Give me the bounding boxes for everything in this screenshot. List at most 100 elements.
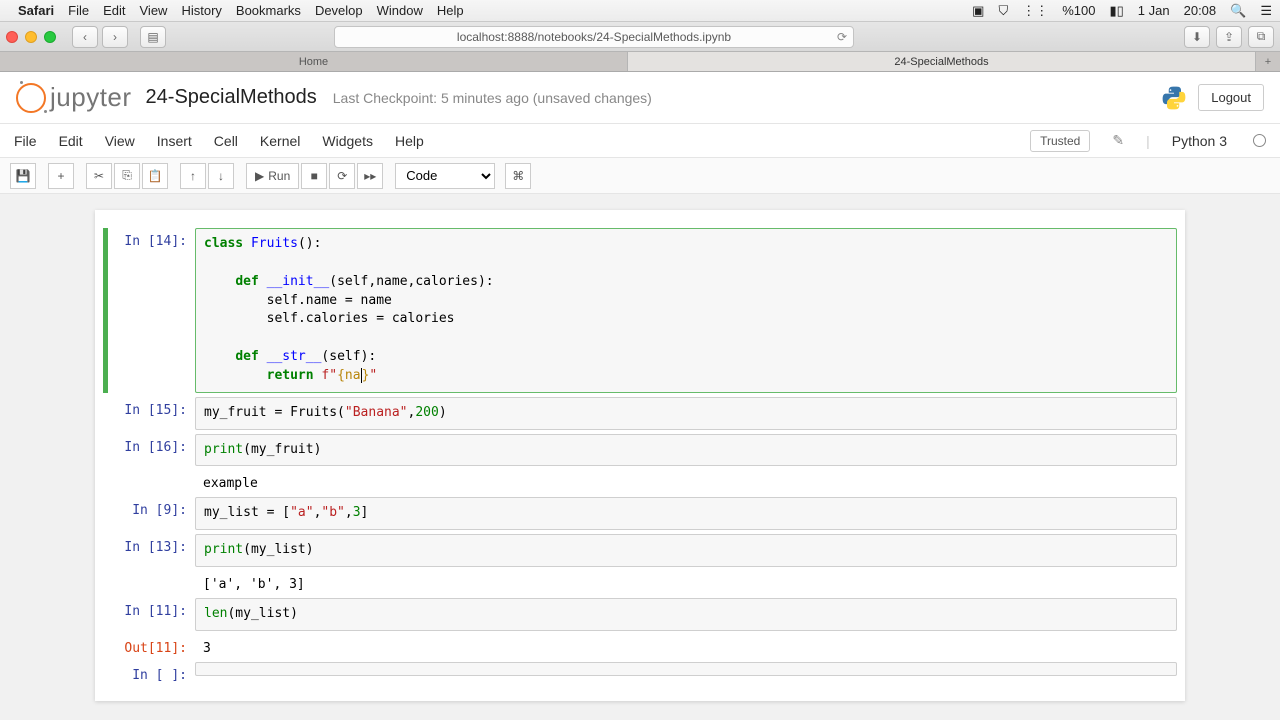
jp-menu-edit[interactable]: Edit [59, 133, 83, 149]
menubar-time[interactable]: 20:08 [1184, 3, 1217, 18]
input-prompt: In [9]: [103, 497, 195, 530]
code-cell[interactable]: In [11]:len(my_list) [103, 598, 1177, 631]
menu-help[interactable]: Help [437, 3, 464, 18]
jp-menu-insert[interactable]: Insert [157, 133, 192, 149]
menu-edit[interactable]: Edit [103, 3, 125, 18]
output-prompt: Out[11]: [103, 635, 195, 658]
tab-notebook[interactable]: 24-SpecialMethods [628, 52, 1256, 71]
output-row: Out[11]:3 [103, 635, 1177, 658]
copy-cell-button[interactable]: ⎘ [114, 163, 140, 189]
address-bar[interactable]: localhost:8888/notebooks/24-SpecialMetho… [334, 26, 854, 48]
restart-run-all-button[interactable]: ▸▸ [357, 163, 383, 189]
notebook-name[interactable]: 24-SpecialMethods [146, 86, 317, 109]
cell-body [195, 662, 1177, 683]
run-button[interactable]: ▶ Run [246, 163, 299, 189]
move-down-button[interactable]: ↓ [208, 163, 234, 189]
back-button[interactable]: ‹ [72, 26, 98, 48]
code-cell[interactable]: In [14]:class Fruits(): def __init__(sel… [103, 228, 1177, 393]
cell-type-select[interactable]: Code [395, 163, 495, 189]
menubar-date[interactable]: 1 Jan [1138, 3, 1170, 18]
code-cell[interactable]: In [ ]: [103, 662, 1177, 683]
jupyter-logo[interactable]: jupyter [16, 82, 132, 113]
restart-button[interactable]: ⟳ [329, 163, 355, 189]
jupyter-menubar: File Edit View Insert Cell Kernel Widget… [0, 124, 1280, 158]
share-button[interactable]: ⇪ [1216, 26, 1242, 48]
video-icon[interactable]: ▣ [972, 3, 984, 19]
reload-icon[interactable]: ⟳ [837, 30, 847, 44]
cell-body: my_fruit = Fruits("Banana",200) [195, 397, 1177, 430]
battery-pct: %100 [1062, 3, 1095, 18]
save-button[interactable]: 💾 [10, 163, 36, 189]
code-input[interactable] [195, 662, 1177, 676]
interrupt-button[interactable]: ■ [301, 163, 327, 189]
python-logo-icon [1160, 84, 1188, 112]
move-up-button[interactable]: ↑ [180, 163, 206, 189]
add-cell-button[interactable]: + [48, 163, 74, 189]
menu-view[interactable]: View [140, 3, 168, 18]
zoom-window[interactable] [44, 31, 56, 43]
menu-history[interactable]: History [181, 3, 221, 18]
output-row: example [103, 470, 1177, 493]
macos-menubar: Safari File Edit View History Bookmarks … [0, 0, 1280, 22]
jp-menu-view[interactable]: View [105, 133, 135, 149]
active-app[interactable]: Safari [18, 3, 54, 18]
stdout-output: ['a', 'b', 3] [195, 571, 1177, 594]
trusted-badge[interactable]: Trusted [1030, 130, 1090, 152]
input-prompt: In [16]: [103, 434, 195, 467]
jupyter-header: jupyter 24-SpecialMethods Last Checkpoin… [0, 72, 1280, 124]
output-prompt [103, 470, 195, 493]
code-cell[interactable]: In [16]:print(my_fruit) [103, 434, 1177, 467]
forward-button[interactable]: › [102, 26, 128, 48]
battery-icon: ▮▯ [1109, 3, 1123, 19]
checkpoint-status: Last Checkpoint: 5 minutes ago (unsaved … [333, 90, 652, 106]
code-cell[interactable]: In [13]:print(my_list) [103, 534, 1177, 567]
kernel-name[interactable]: Python 3 [1172, 133, 1227, 149]
menu-window[interactable]: Window [377, 3, 423, 18]
wifi-icon[interactable]: ⋮⋮ [1022, 3, 1048, 19]
command-palette-button[interactable]: ⌘ [505, 163, 531, 189]
code-cell[interactable]: In [9]:my_list = ["a","b",3] [103, 497, 1177, 530]
menu-icon[interactable]: ☰ [1260, 3, 1272, 19]
menu-bookmarks[interactable]: Bookmarks [236, 3, 301, 18]
window-controls [6, 31, 56, 43]
jp-menu-cell[interactable]: Cell [214, 133, 238, 149]
menu-develop[interactable]: Develop [315, 3, 363, 18]
paste-cell-button[interactable]: 📋 [142, 163, 168, 189]
code-input[interactable]: print(my_list) [195, 534, 1177, 567]
cell-body: len(my_list) [195, 598, 1177, 631]
cut-cell-button[interactable]: ✂ [86, 163, 112, 189]
notebook-container: In [14]:class Fruits(): def __init__(sel… [95, 210, 1185, 701]
cell-body: print(my_fruit) [195, 434, 1177, 467]
kernel-indicator-icon [1253, 134, 1266, 147]
jp-menu-help[interactable]: Help [395, 133, 424, 149]
tab-home[interactable]: Home [0, 52, 628, 71]
code-input[interactable]: class Fruits(): def __init__(self,name,c… [195, 228, 1177, 393]
close-window[interactable] [6, 31, 18, 43]
safari-tab-bar: Home 24-SpecialMethods + [0, 52, 1280, 72]
code-input[interactable]: my_fruit = Fruits("Banana",200) [195, 397, 1177, 430]
minimize-window[interactable] [25, 31, 37, 43]
jupyter-planet-icon [16, 83, 46, 113]
code-input[interactable]: my_list = ["a","b",3] [195, 497, 1177, 530]
code-input[interactable]: print(my_fruit) [195, 434, 1177, 467]
pencil-icon[interactable]: ✎ [1112, 132, 1124, 149]
code-input[interactable]: len(my_list) [195, 598, 1177, 631]
notebook-scroll[interactable]: In [14]:class Fruits(): def __init__(sel… [0, 194, 1280, 720]
code-cell[interactable]: In [15]:my_fruit = Fruits("Banana",200) [103, 397, 1177, 430]
output-prompt [103, 571, 195, 594]
menu-file[interactable]: File [68, 3, 89, 18]
input-prompt: In [ ]: [103, 662, 195, 683]
jp-menu-file[interactable]: File [14, 133, 37, 149]
input-prompt: In [15]: [103, 397, 195, 430]
cell-body: my_list = ["a","b",3] [195, 497, 1177, 530]
shield-icon[interactable]: ⛉ [998, 3, 1008, 19]
jp-menu-kernel[interactable]: Kernel [260, 133, 300, 149]
logout-button[interactable]: Logout [1198, 84, 1264, 111]
sidebar-button[interactable]: ▤ [140, 26, 166, 48]
downloads-button[interactable]: ⬇ [1184, 26, 1210, 48]
search-icon[interactable]: 🔍 [1230, 3, 1246, 19]
tabs-button[interactable]: ⧉ [1248, 26, 1274, 48]
jp-menu-widgets[interactable]: Widgets [322, 133, 373, 149]
new-tab-button[interactable]: + [1256, 52, 1280, 71]
execute-result: 3 [195, 635, 1177, 658]
